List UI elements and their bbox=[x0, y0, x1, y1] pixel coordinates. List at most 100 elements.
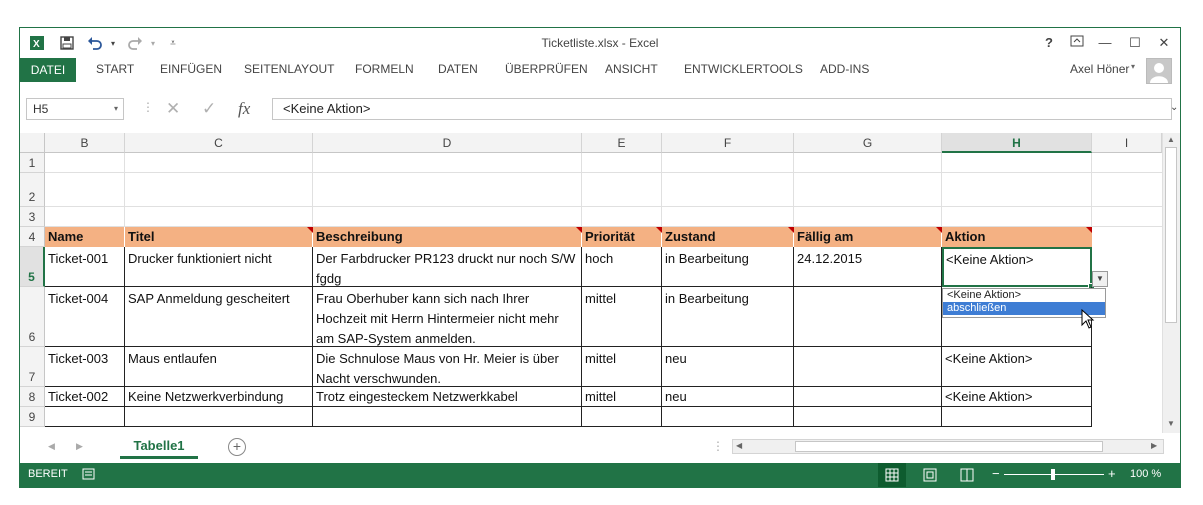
table-row-empty[interactable] bbox=[45, 407, 1092, 427]
table-cell[interactable]: <Keine Aktion> bbox=[942, 387, 1092, 407]
table-cell[interactable]: in Bearbeitung bbox=[662, 287, 794, 347]
table-header-zustand[interactable]: Zustand bbox=[662, 227, 794, 247]
row-header-5[interactable]: 5 bbox=[20, 247, 45, 287]
tab-einfuegen[interactable]: EINFÜGEN bbox=[154, 58, 228, 80]
table-cell[interactable]: neu bbox=[662, 347, 794, 387]
enter-icon[interactable]: ✓ bbox=[202, 99, 216, 119]
tab-ueberpruefen[interactable]: ÜBERPRÜFEN bbox=[499, 58, 594, 80]
table-cell[interactable]: 24.12.2015 bbox=[794, 247, 942, 287]
tab-add-ins[interactable]: ADD-INS bbox=[814, 58, 875, 80]
normal-view-button[interactable] bbox=[878, 463, 906, 487]
column-header-h[interactable]: H bbox=[942, 133, 1092, 153]
table-cell[interactable]: in Bearbeitung bbox=[662, 247, 794, 287]
table-header-beschreibung[interactable]: Beschreibung bbox=[313, 227, 582, 247]
name-box[interactable]: H5 ▾ bbox=[26, 98, 124, 120]
table-cell[interactable]: Frau Oberhuber kann sich nach Ihrer Hoch… bbox=[313, 287, 582, 347]
select-all-corner[interactable] bbox=[20, 133, 45, 153]
table-cell[interactable]: Der Farbdrucker PR123 druckt nur noch S/… bbox=[313, 247, 582, 287]
prev-sheet-icon[interactable]: ◀ bbox=[48, 441, 55, 452]
row-header-9[interactable]: 9 bbox=[20, 407, 45, 427]
table-header-aktion[interactable]: Aktion bbox=[942, 227, 1092, 247]
maximize-button[interactable]: ☐ bbox=[1124, 33, 1146, 53]
column-header-c[interactable]: C bbox=[125, 133, 313, 153]
worksheet-grid[interactable]: B C D E F G H I 1 2 3 4 5 6 7 8 9 Name T… bbox=[20, 133, 1180, 433]
row-header-1[interactable]: 1 bbox=[20, 153, 45, 173]
avatar[interactable] bbox=[1146, 58, 1172, 84]
expand-formula-bar-icon[interactable]: ⌄ bbox=[1170, 102, 1178, 113]
close-button[interactable]: ✕ bbox=[1153, 33, 1175, 53]
help-button[interactable]: ? bbox=[1038, 33, 1060, 53]
page-layout-view-icon[interactable] bbox=[923, 468, 937, 487]
tab-entwicklertools[interactable]: ENTWICKLERTOOLS bbox=[678, 58, 809, 80]
column-header-g[interactable]: G bbox=[794, 133, 942, 153]
horizontal-scroll-thumb[interactable] bbox=[795, 441, 1103, 452]
tab-formeln[interactable]: FORMELN bbox=[349, 58, 420, 80]
table-cell[interactable]: mittel bbox=[582, 347, 662, 387]
table-cell[interactable]: Drucker funktioniert nicht bbox=[125, 247, 313, 287]
validation-dropdown-button[interactable]: ▼ bbox=[1092, 271, 1108, 287]
sheet-tab-tabelle1[interactable]: Tabelle1 bbox=[120, 435, 198, 459]
table-cell[interactable]: neu bbox=[662, 387, 794, 407]
table-cell[interactable]: mittel bbox=[582, 287, 662, 347]
next-sheet-icon[interactable]: ▶ bbox=[76, 441, 83, 452]
vertical-scrollbar[interactable]: ▲ ▼ bbox=[1162, 133, 1180, 433]
row-header-2[interactable]: 2 bbox=[20, 173, 45, 207]
table-cell[interactable]: Maus entlaufen bbox=[125, 347, 313, 387]
user-dropdown-icon[interactable]: ▾ bbox=[1131, 62, 1135, 71]
row-header-6[interactable]: 6 bbox=[20, 287, 45, 347]
formula-input[interactable]: <Keine Aktion> bbox=[272, 98, 1172, 120]
cancel-icon[interactable]: ✕ bbox=[166, 99, 180, 119]
table-cell[interactable]: Trotz eingesteckem Netzwerkkabel bbox=[313, 387, 582, 407]
table-cell[interactable]: hoch bbox=[582, 247, 662, 287]
horizontal-scrollbar[interactable]: ◀ ▶ bbox=[732, 439, 1164, 454]
table-header-titel[interactable]: Titel bbox=[125, 227, 313, 247]
insert-function-icon[interactable]: fx bbox=[238, 99, 250, 119]
minimize-button[interactable]: — bbox=[1094, 33, 1116, 53]
table-cell[interactable]: Ticket-004 bbox=[45, 287, 125, 347]
name-box-dropdown-icon[interactable]: ▾ bbox=[114, 99, 118, 119]
row-header-8[interactable]: 8 bbox=[20, 387, 45, 407]
table-cell[interactable] bbox=[794, 287, 942, 347]
zoom-slider-thumb[interactable] bbox=[1051, 469, 1055, 480]
ribbon-display-icon[interactable] bbox=[1066, 33, 1088, 53]
column-header-f[interactable]: F bbox=[662, 133, 794, 153]
table-cell[interactable]: Ticket-001 bbox=[45, 247, 125, 287]
table-cell[interactable]: Die Schnulose Maus von Hr. Meier is über… bbox=[313, 347, 582, 387]
table-cell[interactable] bbox=[794, 387, 942, 407]
scroll-left-icon[interactable]: ◀ bbox=[736, 441, 742, 450]
table-header-name[interactable]: Name bbox=[45, 227, 125, 247]
table-cell[interactable]: mittel bbox=[582, 387, 662, 407]
macro-record-icon[interactable] bbox=[82, 467, 96, 486]
zoom-in-button[interactable]: + bbox=[1108, 466, 1116, 481]
table-header-faellig-am[interactable]: Fällig am bbox=[794, 227, 942, 247]
scroll-down-icon[interactable]: ▼ bbox=[1167, 419, 1175, 428]
active-cell-h5[interactable]: <Keine Aktion> bbox=[942, 247, 1092, 287]
table-cell[interactable]: Ticket-003 bbox=[45, 347, 125, 387]
table-cell[interactable]: Ticket-002 bbox=[45, 387, 125, 407]
row-header-4[interactable]: 4 bbox=[20, 227, 45, 247]
scroll-up-icon[interactable]: ▲ bbox=[1167, 135, 1175, 144]
column-header-d[interactable]: D bbox=[313, 133, 582, 153]
user-name[interactable]: Axel Höner bbox=[1070, 62, 1129, 76]
table-cell[interactable]: Keine Netzwerkverbindung bbox=[125, 387, 313, 407]
vertical-scroll-thumb[interactable] bbox=[1165, 147, 1177, 323]
table-cell[interactable]: <Keine Aktion> bbox=[942, 347, 1092, 387]
row-header-3[interactable]: 3 bbox=[20, 207, 45, 227]
zoom-level[interactable]: 100 % bbox=[1130, 468, 1161, 480]
add-sheet-button[interactable]: + bbox=[228, 438, 246, 456]
dropdown-option-keine-aktion[interactable]: <Keine Aktion> bbox=[943, 289, 1105, 302]
page-break-view-icon[interactable] bbox=[960, 468, 974, 487]
table-header-prioritaet[interactable]: Priorität bbox=[582, 227, 662, 247]
column-header-b[interactable]: B bbox=[45, 133, 125, 153]
zoom-out-button[interactable]: − bbox=[992, 466, 1000, 481]
column-header-i[interactable]: I bbox=[1092, 133, 1162, 153]
table-cell[interactable] bbox=[794, 347, 942, 387]
tab-start[interactable]: START bbox=[90, 58, 140, 80]
tab-seitenlayout[interactable]: SEITENLAYOUT bbox=[238, 58, 340, 80]
table-cell[interactable]: SAP Anmeldung gescheitert bbox=[125, 287, 313, 347]
row-header-7[interactable]: 7 bbox=[20, 347, 45, 387]
tab-datei[interactable]: DATEI bbox=[20, 58, 76, 82]
tab-split-icon[interactable]: ⋮ bbox=[712, 439, 724, 453]
tab-ansicht[interactable]: ANSICHT bbox=[599, 58, 664, 80]
column-header-e[interactable]: E bbox=[582, 133, 662, 153]
